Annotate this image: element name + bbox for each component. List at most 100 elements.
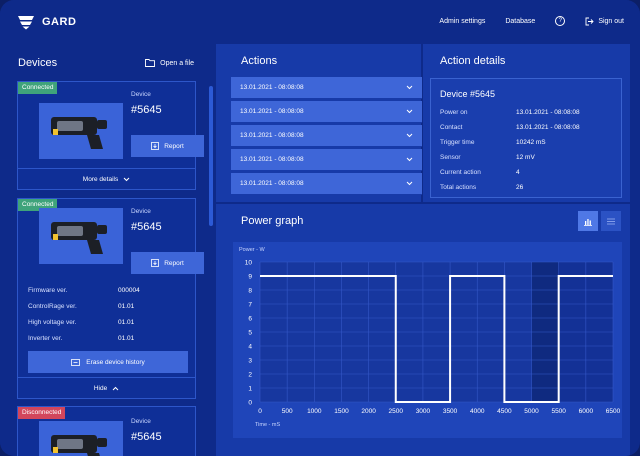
chart-view-button[interactable] [578, 211, 598, 231]
devices-header: Devices Open a file [18, 57, 194, 69]
detail-row-sensor: Sensor 12 mV [440, 154, 620, 161]
device-card[interactable]: Connected Device #5645 Report [17, 198, 204, 399]
x-tick-label: 6500 [606, 408, 621, 415]
device-card[interactable]: Connected Device #5645 Report [17, 81, 204, 190]
power-chart-svg: 0 500 1000 1500 2000 2500 3000 3500 4000 4500 5000… [239, 247, 621, 428]
spec-key: Firmware ver. [28, 287, 68, 294]
graph-title: Power graph [241, 215, 304, 227]
chevron-down-icon [406, 109, 413, 114]
action-item[interactable]: 13.01.2021 - 08:08:08 [231, 173, 422, 195]
y-tick-label: 9 [248, 274, 252, 281]
app-logo[interactable]: GARD [16, 14, 76, 30]
detail-value: 13.01.2021 - 08:08:08 [516, 109, 580, 116]
more-details-toggle[interactable]: More details [18, 168, 195, 190]
shield-logo-icon [18, 16, 34, 30]
report-icon [151, 142, 160, 150]
x-tick-label: 2000 [361, 408, 376, 415]
detail-row-trigger: Trigger time 10242 mS [440, 139, 620, 146]
action-item[interactable]: 13.01.2021 - 08:08:08 [231, 77, 422, 99]
spec-value: 01.01 [118, 335, 135, 342]
help-icon[interactable]: ? [555, 16, 566, 26]
y-tick-label: 0 [248, 400, 252, 407]
details-device: Device #5645 [440, 89, 496, 99]
device-label: Device [131, 418, 151, 425]
taser-device-icon [51, 117, 107, 149]
device-image [39, 208, 123, 264]
status-badge: Disconnected [18, 407, 66, 419]
chevron-down-icon [406, 157, 413, 162]
detail-value: 10242 mS [516, 139, 546, 146]
chevron-down-icon [406, 133, 413, 138]
x-tick-label: 6000 [579, 408, 594, 415]
nav-admin-settings[interactable]: Admin settings [439, 18, 485, 25]
action-details-panel: Action details Device #5645 Power on 13.… [423, 44, 630, 202]
x-tick-label: 4000 [470, 408, 485, 415]
x-tick-label: 3500 [443, 408, 458, 415]
app-name: GARD [42, 16, 77, 28]
y-tick-label: 2 [248, 372, 252, 379]
detail-key: Trigger time [440, 139, 475, 146]
y-tick-label: 1 [248, 386, 252, 393]
taser-device-icon [51, 222, 107, 254]
spec-value: 000004 [118, 287, 140, 294]
details-box: Device #5645 Power on 13.01.2021 - 08:08… [430, 78, 622, 198]
x-tick-label: 5500 [551, 408, 566, 415]
signout-label: Sign out [598, 17, 624, 25]
devices-title: Devices [18, 57, 58, 69]
erase-history-button[interactable]: Erase device history [28, 351, 188, 373]
action-item[interactable]: 13.01.2021 - 08:08:08 [231, 101, 422, 123]
device-image [39, 421, 123, 456]
top-bar: GARD Admin settings Database ? Sign out [0, 0, 640, 44]
action-item[interactable]: 13.01.2021 - 08:08:08 [231, 125, 422, 147]
detail-key: Total actions [440, 184, 477, 191]
list-view-button[interactable] [601, 211, 621, 231]
report-label: Report [164, 259, 184, 267]
y-tick-label: 6 [248, 316, 252, 323]
power-graph-panel: Power graph 0 500 1000 1500 2000 2500 3000 3500… [216, 204, 630, 456]
chevron-down-icon [406, 181, 413, 186]
signout-button[interactable]: Sign out [585, 17, 624, 26]
spec-key: Inverter ver. [28, 335, 63, 342]
action-timestamp: 13.01.2021 - 08:08:08 [240, 84, 304, 91]
spec-row-firmware: Firmware ver. 000004 [28, 287, 178, 294]
action-timestamp: 13.01.2021 - 08:08:08 [240, 180, 304, 187]
report-button[interactable]: Report [131, 252, 204, 274]
bar-chart-icon [584, 218, 592, 226]
device-label: Device [131, 208, 151, 215]
x-tick-label: 1000 [307, 408, 322, 415]
erase-label: Erase device history [86, 358, 145, 366]
devices-scrollbar[interactable] [209, 86, 213, 226]
detail-row-total-actions: Total actions 26 [440, 184, 620, 191]
report-icon [151, 259, 160, 267]
detail-key: Sensor [440, 154, 461, 161]
y-tick-label: 7 [248, 302, 252, 309]
list-icon [607, 218, 615, 224]
detail-key: Contact [440, 124, 463, 131]
chevron-down-icon [406, 85, 413, 90]
power-chart: 0 500 1000 1500 2000 2500 3000 3500 4000 4500 5000… [233, 242, 622, 438]
x-tick-label: 0 [258, 408, 262, 415]
signout-icon [585, 17, 594, 25]
x-tick-label: 500 [282, 408, 293, 415]
nav-database[interactable]: Database [505, 18, 535, 25]
action-timestamp: 13.01.2021 - 08:08:08 [240, 132, 304, 139]
x-tick-label: 1500 [334, 408, 349, 415]
action-item[interactable]: 13.01.2021 - 08:08:08 [231, 149, 422, 171]
devices-panel: Devices Open a file Connected Device #56… [0, 44, 214, 456]
chevron-down-icon [123, 177, 130, 182]
detail-key: Power on [440, 109, 468, 116]
device-number: #5645 [131, 104, 162, 116]
device-card[interactable]: Disconnected Device #5645 [17, 406, 196, 456]
hide-details-toggle[interactable]: Hide [18, 377, 195, 399]
detail-key: Current action [440, 169, 481, 176]
open-file-button[interactable]: Open a file [145, 59, 194, 67]
details-title: Action details [440, 55, 506, 67]
hide-label: Hide [93, 385, 108, 392]
device-image [39, 103, 123, 159]
x-tick-label: 5000 [524, 408, 539, 415]
action-timestamp: 13.01.2021 - 08:08:08 [240, 156, 304, 163]
top-nav: Admin settings Database ? Sign out [419, 16, 624, 26]
report-button[interactable]: Report [131, 135, 204, 157]
status-badge: Connected [18, 82, 58, 94]
spec-key: High voltage ver. [28, 319, 77, 326]
